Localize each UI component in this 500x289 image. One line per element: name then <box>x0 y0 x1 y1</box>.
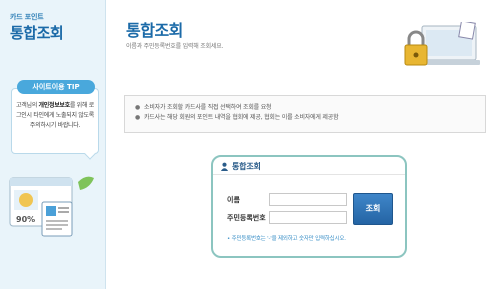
page-subtitle: 이름과 주민등록번호를 입력해 조회세요. <box>126 43 224 50</box>
resident-number-input[interactable] <box>269 211 347 224</box>
input-note: • 주민등록번호는 '-'을 제외하고 숫자만 입력하십시오. <box>227 236 346 242</box>
tip-text-bold: 개인정보보호 <box>38 102 71 109</box>
brand-subtitle: 카드 포인트 <box>10 13 44 21</box>
panel-header: 통합조회 <box>213 157 405 175</box>
page-title: 통합조회 <box>126 21 183 40</box>
name-input[interactable] <box>269 193 347 206</box>
leaf-icon <box>78 176 94 190</box>
query-panel: 통합조회 이름 주민등록번호 조회 • 주민등록번호는 '-'을 제외하고 숫자… <box>211 155 407 258</box>
notice-item: 카드사는 해당 회원의 포인트 내역을 협회에 제공, 협회는 이를 소비자에게… <box>135 113 339 123</box>
sidebar: 카드 포인트 통합조회 사이트이용 TIP 고객님의 개인정보보호를 위해 로그… <box>0 0 106 289</box>
security-lock-illustration <box>404 22 480 66</box>
resident-number-label: 주민등록번호 <box>227 214 266 222</box>
name-label: 이름 <box>227 196 240 204</box>
lock-icon <box>407 30 425 46</box>
computer-illustration: 90% <box>9 176 94 237</box>
notice-item: 소비자가 조회할 카드사를 직접 선택하여 조회를 요청 <box>135 103 338 113</box>
notice-box: 소비자가 조회할 카드사를 직접 선택하여 조회를 요청 카드사는 해당 회원의… <box>124 95 486 133</box>
tip-header: 사이트이용 TIP <box>17 80 95 94</box>
tip-text: 고객님의 개인정보보호를 위해 로그인시 타인에게 노출되지 않도록 주의하시기… <box>15 101 95 131</box>
user-icon <box>220 162 229 171</box>
brand-title: 통합조회 <box>10 24 64 42</box>
query-button[interactable]: 조회 <box>353 193 393 225</box>
gauge-text: 90% <box>16 215 35 224</box>
panel-title: 통합조회 <box>232 162 261 171</box>
tip-text-pre: 고객님의 <box>16 102 39 109</box>
